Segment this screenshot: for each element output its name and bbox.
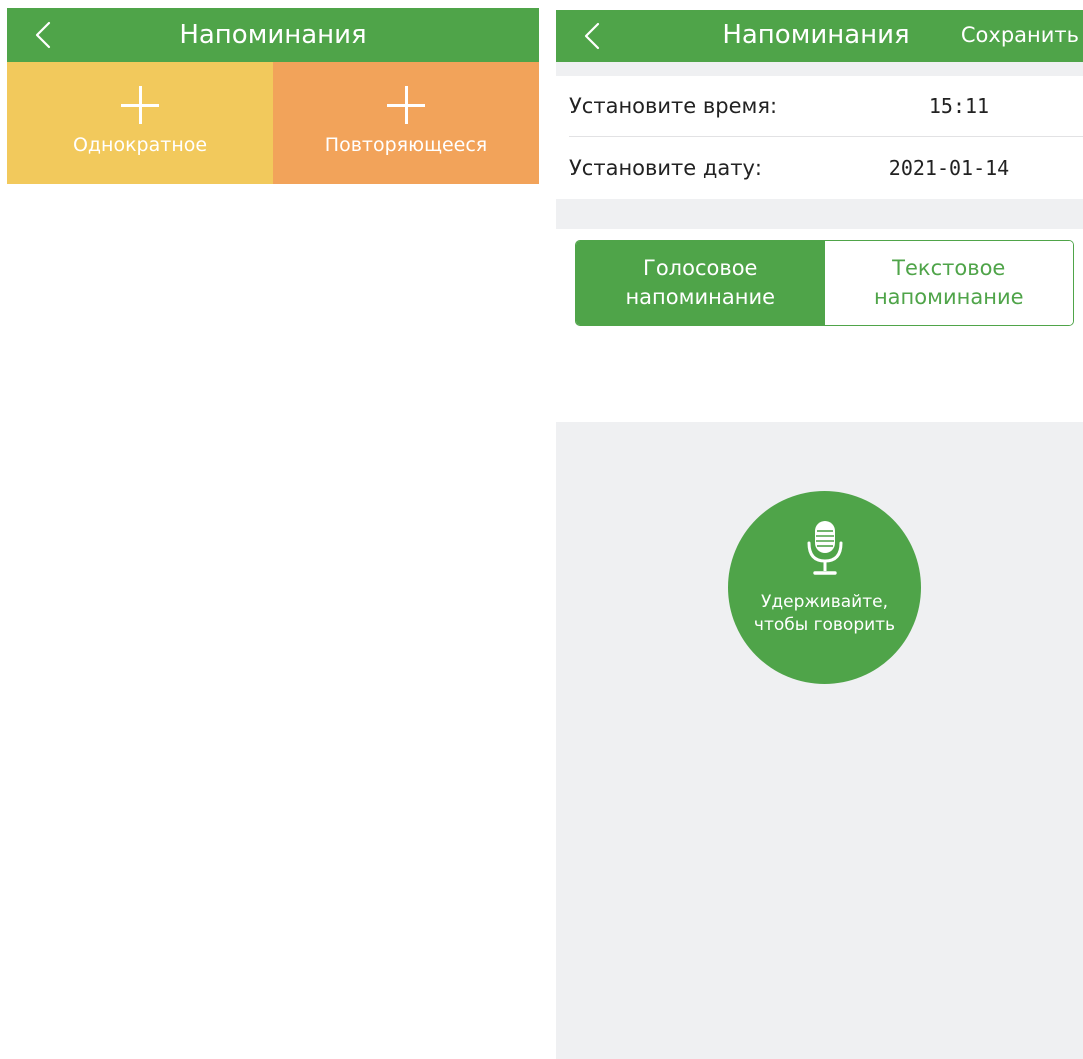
- plus-icon: [121, 86, 159, 124]
- add-repeating-reminder-button[interactable]: Повторяющееся: [273, 62, 539, 184]
- one-time-label: Однократное: [72, 134, 208, 156]
- date-value[interactable]: 2021-01-14: [859, 156, 1039, 180]
- header-bar: Напоминания Сохранить: [556, 10, 1083, 62]
- microphone-icon: [807, 521, 842, 575]
- hold-to-talk-label: Удерживайте, чтобы говорить: [753, 592, 896, 635]
- save-button[interactable]: Сохранить: [961, 10, 1079, 62]
- time-label: Установите время:: [569, 94, 778, 118]
- date-label: Установите дату:: [569, 155, 762, 180]
- add-one-time-reminder-button[interactable]: Однократное: [7, 62, 273, 184]
- reminders-list-screen: Напоминания Однократное Повторяющееся: [7, 8, 539, 1059]
- page-title: Напоминания: [722, 20, 910, 50]
- plus-icon: [387, 86, 425, 124]
- header-bar: Напоминания: [7, 8, 539, 62]
- reminder-type-toggle: Голосовое напоминание Текстовое напомина…: [575, 240, 1074, 326]
- tab-voice-reminder[interactable]: Голосовое напоминание: [576, 241, 825, 325]
- date-setting-row[interactable]: Установите дату: 2021-01-14: [569, 137, 1083, 198]
- chevron-left-icon: [584, 22, 600, 50]
- page-title: Напоминания: [179, 20, 367, 50]
- hold-to-talk-button[interactable]: Удерживайте, чтобы говорить: [728, 491, 921, 684]
- time-setting-row[interactable]: Установите время: 15:11: [569, 76, 1083, 137]
- datetime-settings: Установите время: 15:11 Установите дату:…: [556, 76, 1083, 199]
- repeating-label: Повторяющееся: [324, 134, 488, 156]
- back-button[interactable]: [25, 17, 61, 53]
- time-value[interactable]: 15:11: [869, 94, 1049, 118]
- divider-area: [556, 339, 1083, 422]
- chevron-left-icon: [35, 21, 51, 49]
- reminder-type-card: Голосовое напоминание Текстовое напомина…: [556, 229, 1083, 339]
- back-button[interactable]: [574, 18, 610, 54]
- reminder-edit-screen: Напоминания Сохранить Установите время: …: [556, 10, 1083, 1059]
- tab-text-reminder[interactable]: Текстовое напоминание: [824, 241, 1073, 325]
- add-reminder-options: Однократное Повторяющееся: [7, 62, 539, 184]
